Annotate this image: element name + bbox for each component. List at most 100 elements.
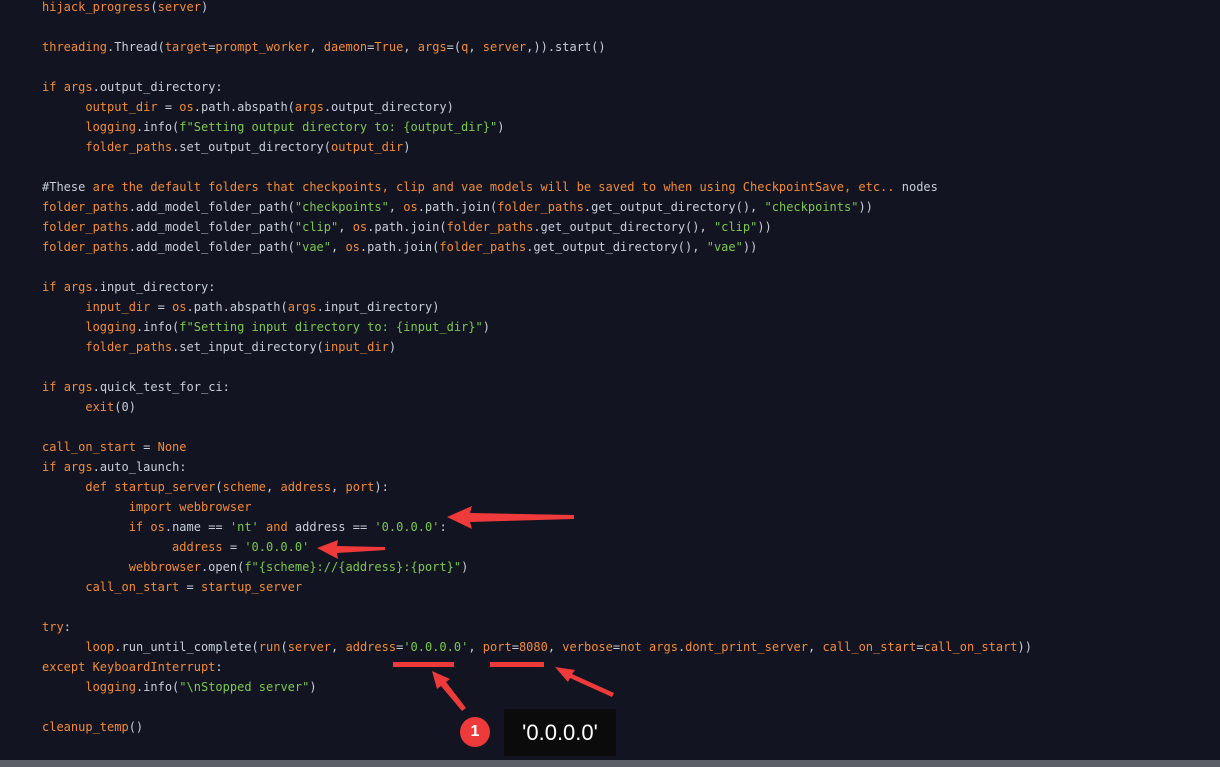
code-token: f"Setting output directory to: {output_d… <box>179 120 498 134</box>
code-token: folder_paths <box>497 200 584 214</box>
code-token: webbrowser <box>179 500 252 514</box>
code-line: call_on_start = startup_server <box>42 577 1032 597</box>
code-token: loop <box>85 640 115 654</box>
code-token: .path.abspath( <box>193 100 295 114</box>
code-token: .quick_test_for_ci: <box>92 380 230 394</box>
code-token: None <box>157 440 187 454</box>
code-token: "vae" <box>706 240 743 254</box>
code-token: KeyboardInterrupt <box>92 660 216 674</box>
code-token: = <box>150 300 173 314</box>
code-token: server <box>482 40 527 54</box>
code-token: verbose <box>562 640 613 654</box>
code-token: prompt_worker <box>215 40 310 54</box>
code-line: def startup_server(scheme, address, port… <box>42 477 1032 497</box>
code-token: startup_server <box>200 580 303 594</box>
code-token: .set_output_directory( <box>172 140 332 154</box>
code-line: folder_paths.add_model_folder_path("chec… <box>42 197 1032 217</box>
code-token: .get_output_directory(), <box>533 220 714 234</box>
code-token: ( <box>215 480 223 494</box>
code-line: address = '0.0.0.0' <box>42 537 1032 557</box>
code-token: call_on_start <box>923 640 1018 654</box>
code-token: args <box>63 380 93 394</box>
code-token: exit <box>85 400 115 414</box>
code-line: #These are the default folders that chec… <box>42 177 1032 197</box>
code-token: 8080 <box>518 640 548 654</box>
code-token: args <box>649 640 678 654</box>
code-line: if args.auto_launch: <box>42 457 1032 477</box>
code-token: def <box>85 480 115 494</box>
code-token: args <box>63 460 93 474</box>
code-block: hijack_progress(server) threading.Thread(… <box>42 0 1032 737</box>
code-line: loop.run_until_complete(run(server, addr… <box>42 637 1032 657</box>
code-token: os <box>150 520 165 534</box>
code-token: logging <box>85 320 136 334</box>
code-token: ( <box>150 0 158 14</box>
code-token: : <box>215 660 223 674</box>
code-token: server <box>157 0 201 14</box>
code-token: import <box>128 500 180 514</box>
code-token: call_on_start <box>822 640 917 654</box>
code-token: .open( <box>200 560 245 574</box>
code-token: if <box>128 520 151 534</box>
code-token: "checkpoints" <box>294 200 389 214</box>
code-token: threading <box>42 40 108 54</box>
code-token: args <box>287 300 317 314</box>
code-token: = <box>179 580 201 594</box>
code-token: .path.join( <box>417 200 498 214</box>
code-token: .info( <box>135 120 180 134</box>
code-token: .set_input_directory( <box>172 340 324 354</box>
code-token: .info( <box>135 680 180 694</box>
code-token: f"{scheme}://{address}:{port}" <box>244 560 462 574</box>
code-token: args <box>294 100 324 114</box>
code-token: )) <box>757 220 772 234</box>
code-line: if args.quick_test_for_ci: <box>42 377 1032 397</box>
code-token: os <box>345 240 360 254</box>
code-token: = <box>511 640 519 654</box>
code-token: except <box>42 660 93 674</box>
code-token: address <box>345 640 397 654</box>
code-token: ) <box>497 120 505 134</box>
code-token: , <box>338 220 353 234</box>
code-token: .add_model_folder_path( <box>128 240 295 254</box>
code-token: , <box>266 480 281 494</box>
code-token: , <box>388 200 404 214</box>
code-token: "clip" <box>294 220 339 234</box>
code-token: , <box>468 640 483 654</box>
code-token: ,)).start() <box>526 40 606 54</box>
code-token: address == <box>287 520 375 534</box>
code-line: folder_paths.set_output_directory(output… <box>42 137 1032 157</box>
code-token: )) <box>742 240 758 254</box>
code-token: )) <box>858 200 873 214</box>
code-token: port <box>345 480 375 494</box>
code-token: output_dir <box>331 140 404 154</box>
code-line: webbrowser.open(f"{scheme}://{address}:{… <box>42 557 1032 577</box>
code-token: .info( <box>135 320 180 334</box>
code-token: ) <box>461 560 469 574</box>
code-token: "checkpoints" <box>764 200 859 214</box>
code-token: , <box>331 240 346 254</box>
code-token: .name == <box>164 520 230 534</box>
code-token: input_dir <box>85 300 151 314</box>
code-token: port <box>482 640 512 654</box>
horizontal-scrollbar[interactable] <box>0 760 1220 767</box>
code-token: ) <box>388 340 397 354</box>
code-token: address <box>280 480 332 494</box>
code-token: scheme <box>222 480 267 494</box>
code-token: run <box>258 640 281 654</box>
code-line: try: <box>42 617 1032 637</box>
code-token: .path.abspath( <box>186 300 288 314</box>
code-token: daemon <box>323 40 368 54</box>
code-line: logging.info(f"Setting input directory t… <box>42 317 1032 337</box>
code-token: , <box>309 40 324 54</box>
code-token: os <box>179 100 194 114</box>
code-token: , <box>331 480 346 494</box>
